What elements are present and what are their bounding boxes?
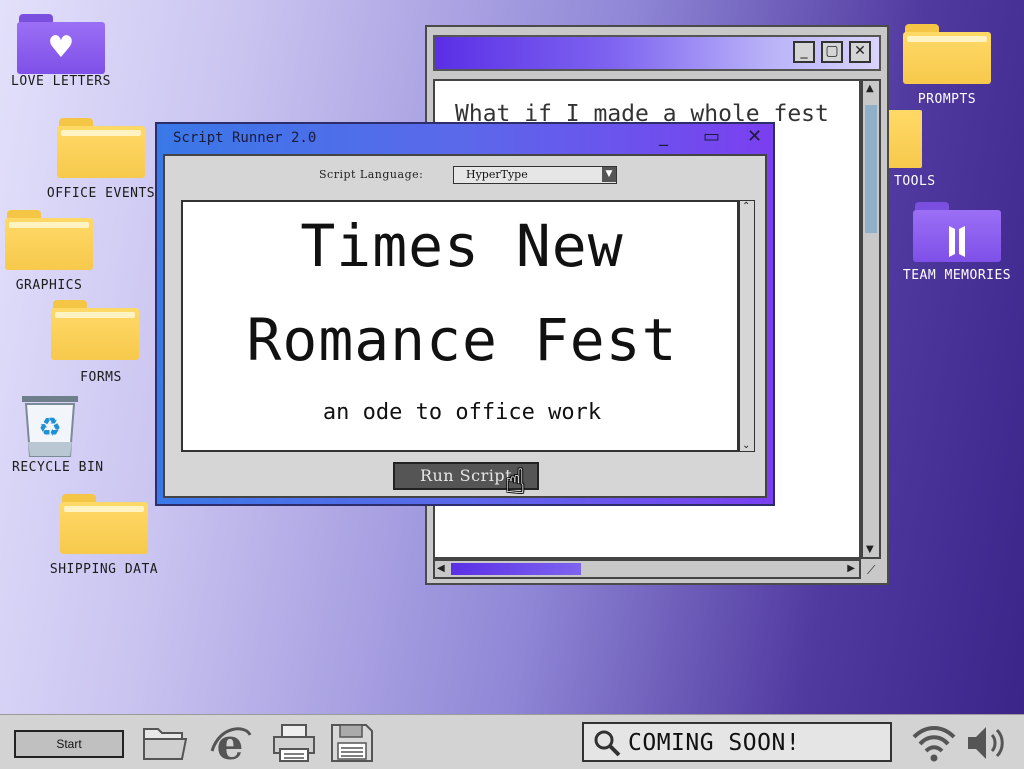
hand-pointer-cursor-icon: ☝	[505, 462, 526, 502]
scroll-down-arrow-icon[interactable]: ⌄	[742, 440, 750, 451]
scroll-down-arrow-icon[interactable]: ▼	[866, 544, 874, 555]
scroll-up-arrow-icon[interactable]: ⌃	[742, 201, 750, 212]
folder-icon	[903, 24, 991, 84]
scroll-left-arrow-icon[interactable]: ◀	[437, 563, 445, 574]
resize-grip-icon[interactable]: ⟋	[867, 563, 875, 578]
desktop-icon-office-events[interactable]: OFFICE EVENTS	[44, 118, 158, 201]
window-titlebar[interactable]: _ ▢ ✕	[433, 35, 881, 71]
folder-icon	[913, 202, 1001, 262]
minimize-button[interactable]: _	[659, 126, 668, 147]
folder-icon	[884, 110, 922, 168]
heading-line-2: Romance Fest	[246, 306, 678, 374]
taskbar-search-box[interactable]: COMING SOON!	[582, 722, 892, 762]
speaker-volume-icon[interactable]	[964, 721, 1012, 765]
script-output-area[interactable]: Times New Romance Fest an ode to office …	[181, 200, 739, 452]
svg-text:♻: ♻	[38, 413, 61, 443]
close-button[interactable]: ✕	[747, 126, 762, 147]
subtitle: an ode to office work	[322, 400, 602, 425]
minimize-button[interactable]: _	[793, 41, 815, 63]
chevron-down-icon[interactable]: ▼	[602, 167, 616, 182]
desktop-icon-love-letters[interactable]: ♥ LOVE LETTERS	[8, 14, 114, 89]
desktop-icon-prompts[interactable]: PROMPTS	[902, 24, 992, 107]
desktop-icon-label: PROMPTS	[917, 92, 977, 107]
script-runner-panel: Script Language: HyperType ▼ Times New R…	[163, 154, 767, 498]
heart-icon: ♥	[47, 30, 75, 65]
desktop-icon-label: LOVE LETTERS	[11, 74, 111, 89]
scrollbar-thumb[interactable]	[451, 563, 581, 575]
scrollbar-thumb[interactable]	[865, 105, 877, 233]
folder-icon	[51, 300, 139, 360]
script-language-label: Script Language:	[319, 168, 424, 181]
script-runner-window[interactable]: Script Runner 2.0 _ ▭ ✕ Script Language:…	[155, 122, 775, 506]
heading-line-1: Times New	[300, 212, 624, 280]
desktop-icon-label: OFFICE EVENTS	[46, 186, 156, 201]
scroll-up-arrow-icon[interactable]: ▲	[866, 83, 874, 94]
desktop-icon-label: FORMS	[80, 370, 122, 385]
desktop-icon-label: GRAPHICS	[15, 278, 83, 293]
script-language-select[interactable]: HyperType ▼	[453, 166, 617, 184]
band-logo-icon	[949, 226, 965, 257]
taskbar: Start e COMING SOON!	[0, 714, 1024, 769]
horizontal-scrollbar[interactable]: ◀ ▶	[433, 559, 861, 579]
window-title: Script Runner 2.0	[173, 130, 317, 146]
desktop-icon-recycle-bin[interactable]: ♻ RECYCLE BIN	[8, 394, 104, 475]
output-scrollbar[interactable]: ⌃ ⌄	[739, 200, 755, 452]
maximize-button[interactable]: ▢	[821, 41, 843, 63]
close-button[interactable]: ✕	[849, 41, 871, 63]
desktop-icon-shipping-data[interactable]: SHIPPING DATA	[46, 494, 162, 577]
script-language-value: HyperType	[466, 168, 528, 181]
scroll-right-arrow-icon[interactable]: ▶	[847, 563, 855, 574]
desktop-icon-label: SHIPPING DATA	[49, 562, 159, 577]
desktop-icon-label: TOOLS	[894, 174, 936, 189]
desktop-icon-tools[interactable]: TOOLS	[884, 110, 944, 189]
printer-icon[interactable]	[270, 721, 318, 765]
file-explorer-icon[interactable]	[140, 721, 188, 765]
start-button[interactable]: Start	[14, 730, 124, 758]
folder-icon	[5, 210, 93, 270]
desktop-icon-team-memories[interactable]: TEAM MEMORIES	[900, 202, 1014, 283]
folder-icon	[60, 494, 148, 554]
desktop-icon-label: TEAM MEMORIES	[902, 268, 1012, 283]
desktop-icon-graphics[interactable]: GRAPHICS	[4, 210, 94, 293]
recycle-bin-icon: ♻	[22, 396, 78, 457]
desktop-icon-label: RECYCLE BIN	[12, 460, 104, 475]
vertical-scrollbar[interactable]: ▲ ▼	[861, 79, 881, 559]
search-text: COMING SOON!	[628, 730, 801, 756]
folder-icon: ♥	[17, 14, 105, 74]
wifi-icon[interactable]	[910, 721, 958, 765]
internet-explorer-icon[interactable]: e	[206, 721, 254, 765]
maximize-button[interactable]: ▭	[703, 126, 720, 147]
floppy-disk-icon[interactable]	[328, 721, 376, 765]
folder-icon	[57, 118, 145, 178]
desktop-icon-forms[interactable]: FORMS	[50, 300, 140, 385]
search-icon	[594, 730, 621, 757]
